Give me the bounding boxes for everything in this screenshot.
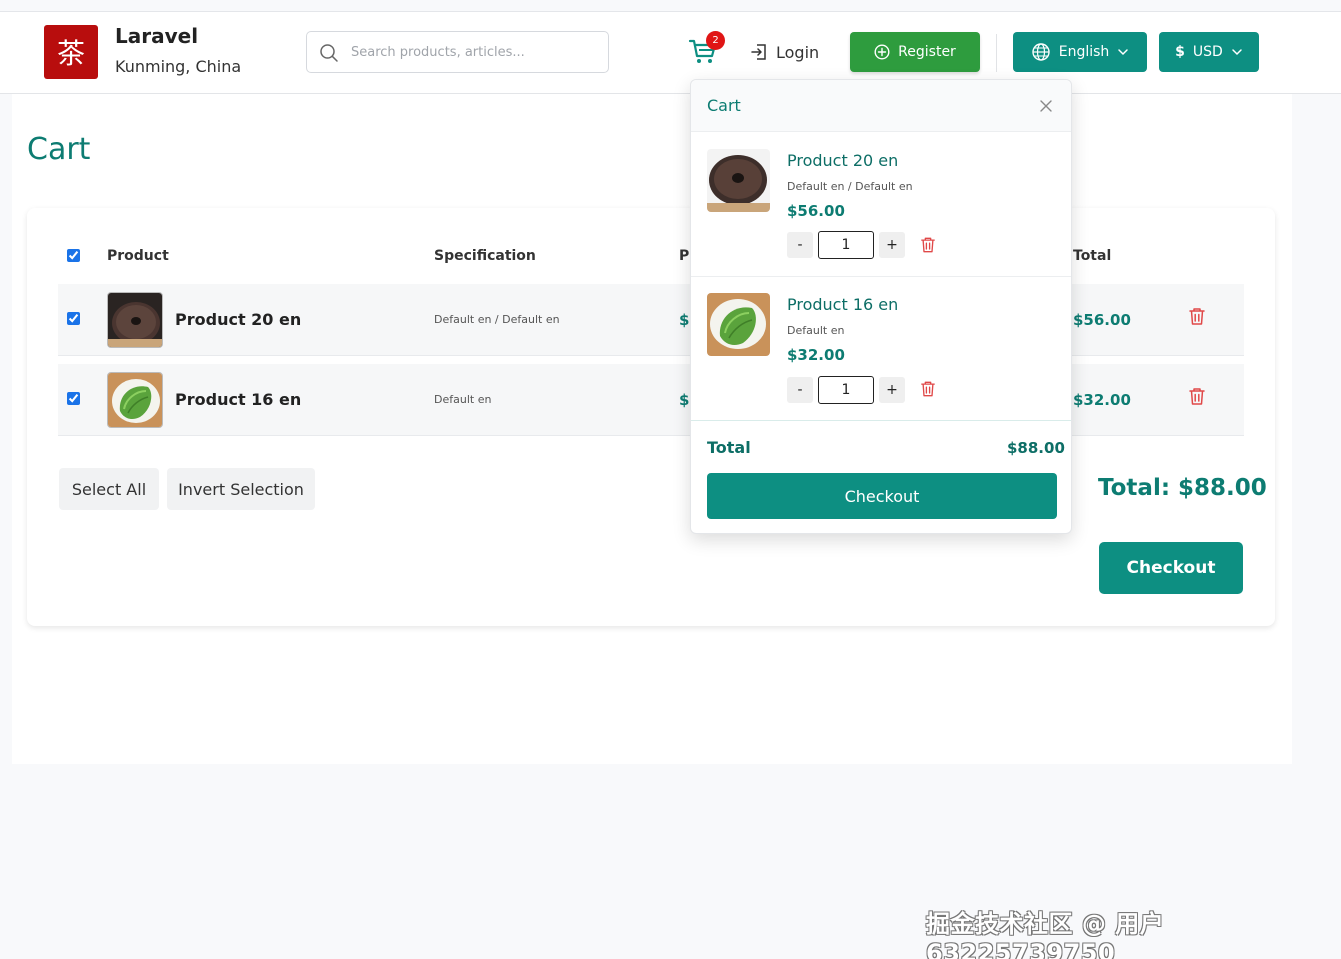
tea-cake-image (108, 293, 162, 347)
search-icon (320, 44, 338, 62)
cart-dropdown-total-label: Total (707, 438, 751, 457)
trash-icon (1189, 388, 1205, 405)
site-header: 茶 Laravel Kunming, China 2 Login Registe… (0, 12, 1341, 94)
total-divider (691, 420, 1071, 421)
close-button[interactable] (1039, 98, 1053, 117)
plus-circle-icon (874, 44, 890, 60)
dropdown-checkout-button[interactable]: Checkout (707, 473, 1057, 519)
column-header-price: P (679, 248, 690, 264)
product-thumbnail[interactable] (107, 292, 163, 348)
cart-count-badge: 2 (706, 31, 725, 50)
column-header-product: Product (107, 248, 169, 264)
watermark: 掘金技术社区 @ 用户63225739750 (926, 910, 1165, 959)
cart-item-name[interactable]: Product 20 en (787, 151, 898, 170)
checkout-button[interactable]: Checkout (1099, 542, 1243, 594)
search-input[interactable] (351, 41, 601, 63)
quantity-decrease-button[interactable]: - (787, 377, 813, 403)
chevron-down-icon (1232, 49, 1242, 56)
logo-glyph: 茶 (56, 37, 85, 70)
product-name[interactable]: Product 20 en (175, 310, 301, 329)
language-label: English (1058, 44, 1110, 60)
trash-icon (1189, 308, 1205, 325)
row-total: $32.00 (1073, 391, 1131, 409)
cart-item-name[interactable]: Product 16 en (787, 295, 898, 314)
login-icon (751, 44, 766, 60)
green-tea-image (108, 373, 162, 427)
delete-button[interactable] (1188, 387, 1206, 410)
tea-cake-image (707, 149, 770, 212)
site-logo[interactable]: 茶 (44, 25, 98, 79)
quantity-decrease-button[interactable]: - (787, 232, 813, 258)
chevron-down-icon (1118, 49, 1129, 56)
close-icon (1040, 100, 1052, 112)
product-price: $ (679, 391, 690, 409)
login-label: Login (776, 42, 820, 62)
delete-button[interactable] (1188, 307, 1206, 330)
cart-item-spec: Default en (787, 324, 845, 337)
green-tea-image (707, 293, 770, 356)
product-thumbnail[interactable] (707, 293, 770, 356)
select-all-checkbox[interactable] (67, 249, 80, 262)
header-divider (996, 34, 997, 72)
trash-icon (921, 237, 935, 253)
delete-button[interactable] (920, 380, 936, 402)
cart-dropdown-header: Cart (691, 80, 1071, 132)
globe-icon (1032, 43, 1050, 61)
product-spec: Default en (434, 393, 492, 406)
product-thumbnail[interactable] (707, 149, 770, 212)
brand-name[interactable]: Laravel (115, 24, 198, 48)
product-price: $ (679, 311, 690, 329)
row-checkbox[interactable] (67, 392, 80, 405)
delete-button[interactable] (920, 236, 936, 258)
grand-total: Total: $88.00 (1098, 475, 1267, 501)
trash-icon (921, 381, 935, 397)
currency-symbol: $ (1175, 44, 1185, 60)
cart-dropdown-total-value: $88.00 (1007, 439, 1065, 457)
product-name[interactable]: Product 16 en (175, 390, 301, 409)
invert-selection-button[interactable]: Invert Selection (167, 468, 315, 510)
column-header-total: Total (1073, 248, 1112, 264)
register-label: Register (898, 44, 956, 60)
language-dropdown[interactable]: English (1013, 32, 1147, 72)
cart-dropdown: Cart Product 20 en Default en / Default … (690, 79, 1072, 534)
column-header-specification: Specification (434, 248, 536, 264)
login-link[interactable]: Login (750, 40, 819, 64)
search-box (306, 31, 609, 73)
quantity-increase-button[interactable]: + (879, 377, 905, 403)
register-button[interactable]: Register (850, 32, 980, 72)
cart-item-spec: Default en / Default en (787, 180, 913, 193)
select-all-button[interactable]: Select All (59, 468, 159, 510)
row-total: $56.00 (1073, 311, 1131, 329)
quantity-increase-button[interactable]: + (879, 232, 905, 258)
cart-item-price: $32.00 (787, 346, 845, 364)
quantity-input[interactable] (818, 231, 874, 259)
currency-dropdown[interactable]: $ USD (1159, 32, 1259, 72)
page-title: Cart (27, 132, 91, 167)
brand-location: Kunming, China (115, 57, 242, 76)
item-divider (691, 276, 1071, 277)
currency-label: USD (1192, 44, 1223, 60)
product-spec: Default en / Default en (434, 313, 560, 326)
quantity-input[interactable] (818, 376, 874, 404)
row-checkbox[interactable] (67, 312, 80, 325)
cart-item-price: $56.00 (787, 202, 845, 220)
cart-dropdown-title: Cart (707, 96, 741, 115)
product-thumbnail[interactable] (107, 372, 163, 428)
